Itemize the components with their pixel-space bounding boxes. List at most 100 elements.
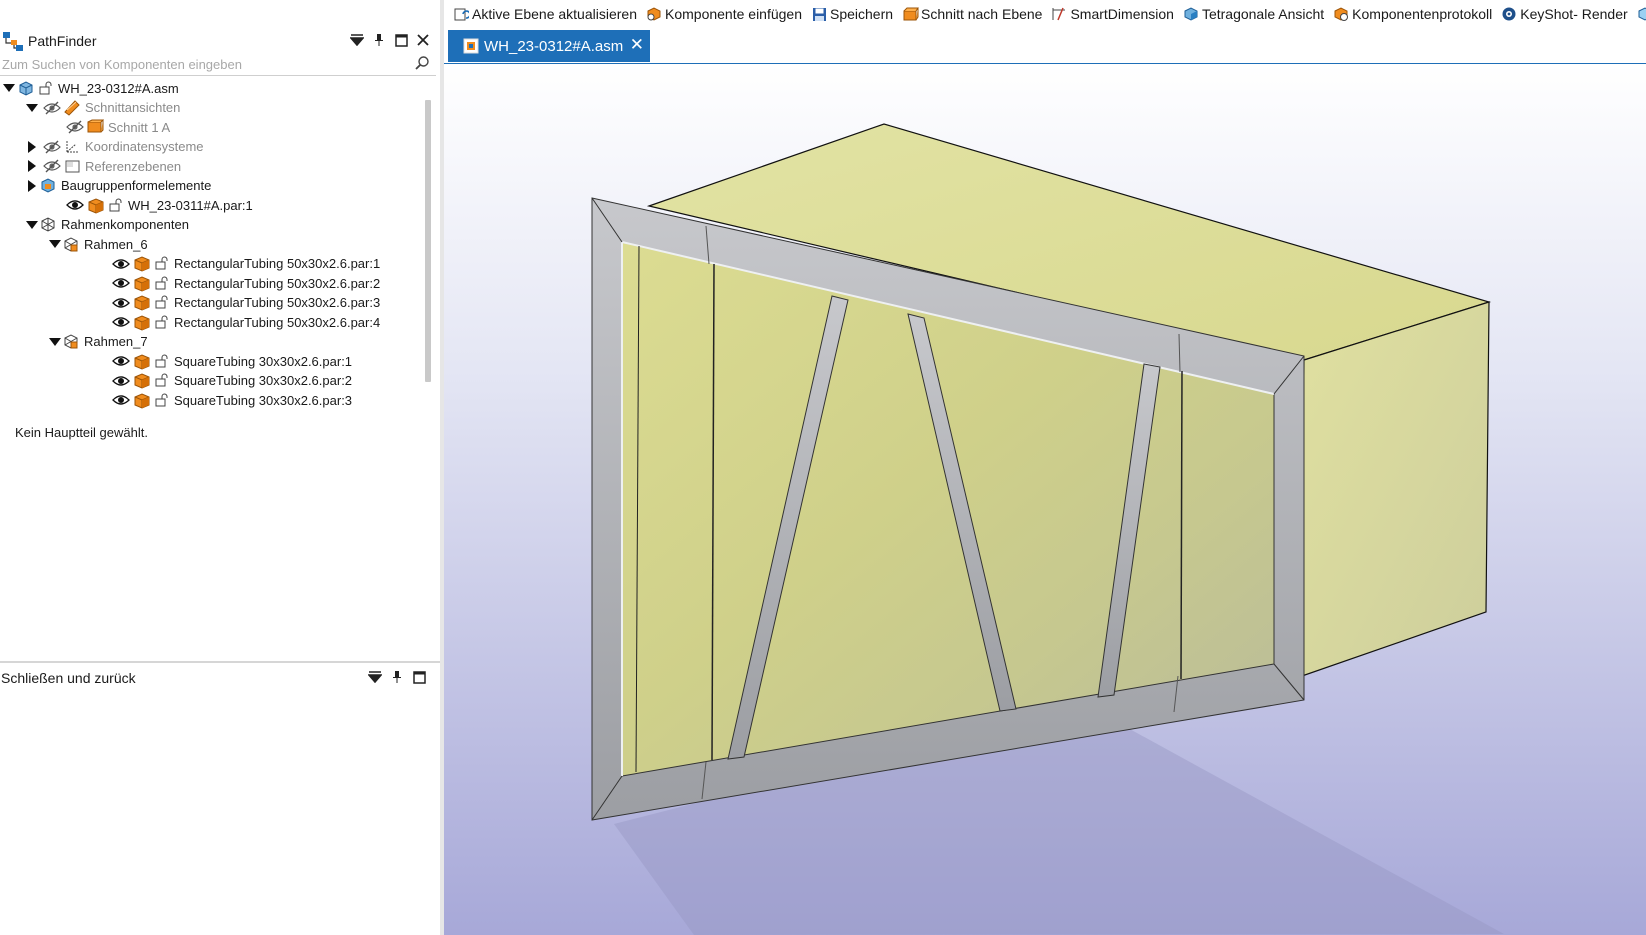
- assembly-icon: [16, 80, 34, 97]
- frame-icon: [62, 333, 80, 351]
- pin-icon[interactable]: [372, 32, 386, 48]
- toolbar-item-8[interactable]: Or: [1636, 5, 1646, 23]
- toolbar-item-label: Komponente einfügen: [665, 6, 802, 22]
- collapse-arrow-icon[interactable]: [25, 218, 39, 232]
- part-icon: [132, 372, 150, 390]
- coordinate-system-icon: [63, 138, 81, 156]
- pathfinder-logo-icon: [3, 32, 23, 51]
- assembly-document-icon: [462, 37, 480, 55]
- tree-item[interactable]: Rahmenkomponenten: [0, 215, 420, 235]
- collapse-arrow-icon[interactable]: [25, 101, 39, 115]
- eye-hidden-icon[interactable]: [43, 157, 61, 175]
- tree-item-label: Rahmenkomponenten: [61, 217, 189, 232]
- tree-item-label: RectangularTubing 50x30x2.6.par:1: [174, 256, 381, 271]
- maximize-icon[interactable]: [412, 669, 426, 685]
- eye-visible-icon[interactable]: [112, 391, 130, 409]
- insert-component-icon: [645, 5, 663, 23]
- pane-menu-icon[interactable]: [368, 669, 382, 685]
- part-icon: [132, 352, 150, 370]
- part-icon: [132, 391, 150, 409]
- tree-item[interactable]: WH_23-0311#A.par:1: [0, 195, 420, 215]
- toolbar-item-7[interactable]: KeyShot- Render: [1500, 5, 1628, 23]
- toolbar-item-1[interactable]: Komponente einfügen: [645, 5, 802, 23]
- link-icon: [152, 352, 170, 370]
- tree-item[interactable]: Referenzebenen: [0, 156, 420, 176]
- tree-item[interactable]: Koordinatensysteme: [0, 137, 420, 157]
- tree-item[interactable]: WH_23-0312#A.asm: [0, 80, 420, 98]
- toolbar-item-5[interactable]: Tetragonale Ansicht: [1182, 5, 1324, 23]
- tree-item[interactable]: RectangularTubing 50x30x2.6.par:3: [0, 293, 420, 313]
- document-tab[interactable]: WH_23-0312#A.asm ✕: [448, 30, 650, 62]
- tree-item[interactable]: Schnitt 1 A: [0, 117, 420, 137]
- orient-icon: [1636, 5, 1646, 23]
- toolbar-item-2[interactable]: Speichern: [810, 5, 893, 23]
- tree-item[interactable]: SquareTubing 30x30x2.6.par:3: [0, 390, 420, 410]
- close-icon[interactable]: [416, 32, 430, 48]
- toolbar-item-0[interactable]: Aktive Ebene aktualisieren: [452, 5, 637, 23]
- tree-item[interactable]: RectangularTubing 50x30x2.6.par:2: [0, 273, 420, 293]
- eye-visible-icon[interactable]: [112, 352, 130, 370]
- eye-visible-icon[interactable]: [112, 294, 130, 312]
- tree-item-label: SquareTubing 30x30x2.6.par:1: [174, 353, 353, 369]
- 3d-viewport[interactable]: [444, 64, 1646, 935]
- toolbar-item-3[interactable]: Schnitt nach Ebene: [901, 5, 1042, 23]
- model-view[interactable]: [444, 64, 1646, 935]
- pane-menu-icon[interactable]: [350, 32, 364, 48]
- expand-arrow-icon[interactable]: [25, 179, 39, 193]
- tree-item-label: SquareTubing 30x30x2.6.par:2: [174, 373, 353, 388]
- update-plane-icon: [452, 5, 470, 23]
- expand-arrow-icon[interactable]: [25, 140, 39, 154]
- component-log-icon: [1332, 5, 1350, 23]
- collapse-arrow-icon[interactable]: [2, 81, 16, 95]
- tree-item[interactable]: Rahmen_6: [0, 234, 420, 254]
- search-input[interactable]: [0, 54, 412, 74]
- tree-item[interactable]: RectangularTubing 50x30x2.6.par:4: [0, 312, 420, 332]
- tree-item[interactable]: Rahmen_7: [0, 332, 420, 352]
- eye-visible-icon[interactable]: [112, 274, 130, 292]
- part-icon: [132, 294, 150, 312]
- tree-item[interactable]: Schnittansichten: [0, 98, 420, 118]
- close-pane-header: Schließen und zurück: [0, 665, 440, 691]
- collapse-arrow-icon[interactable]: [48, 237, 62, 251]
- eye-visible-icon[interactable]: [112, 255, 130, 273]
- search-icon[interactable]: [414, 55, 430, 71]
- tree-item-label: WH_23-0311#A.par:1: [128, 197, 253, 213]
- tree-item[interactable]: Baugruppenformelemente: [0, 176, 420, 196]
- section-plane-icon: [901, 5, 919, 23]
- pane-divider[interactable]: [0, 661, 440, 663]
- pin-icon[interactable]: [390, 669, 404, 685]
- tree-item-label: WH_23-0312#A.asm: [58, 80, 179, 96]
- eye-hidden-icon[interactable]: [43, 99, 61, 117]
- toolbar-item-6[interactable]: Komponentenprotokoll: [1332, 5, 1492, 23]
- tree-item-label: Schnittansichten: [85, 100, 181, 115]
- tree-scrollbar[interactable]: [425, 100, 431, 382]
- document-tabbar: WH_23-0312#A.asm ✕: [444, 30, 1646, 65]
- eye-visible-icon[interactable]: [112, 313, 130, 331]
- keyshot-icon: [1500, 5, 1518, 23]
- tree-item[interactable]: SquareTubing 30x30x2.6.par:1: [0, 351, 420, 371]
- eye-hidden-icon[interactable]: [43, 138, 61, 156]
- toolbar-item-label: Komponentenprotokoll: [1352, 6, 1493, 22]
- tree-item[interactable]: SquareTubing 30x30x2.6.par:2: [0, 371, 420, 391]
- eye-visible-icon[interactable]: [66, 196, 84, 214]
- eye-hidden-icon[interactable]: [66, 118, 84, 136]
- frame-components-icon: [39, 216, 57, 234]
- expand-arrow-icon[interactable]: [25, 159, 39, 173]
- toolbar-item-4[interactable]: SmartDimension: [1050, 5, 1174, 23]
- eye-visible-icon[interactable]: [112, 372, 130, 390]
- tree-item-label: RectangularTubing 50x30x2.6.par:2: [174, 275, 381, 291]
- tab-close-icon[interactable]: ✕: [630, 35, 644, 55]
- tree-item-label: SquareTubing 30x30x2.6.par:3: [174, 392, 353, 408]
- status-text: Kein Hauptteil gewählt.: [15, 425, 148, 440]
- toolbar-item-label: Schnitt nach Ebene: [921, 6, 1043, 22]
- tree-item[interactable]: RectangularTubing 50x30x2.6.par:1: [0, 254, 420, 274]
- save-icon: [810, 5, 828, 23]
- tree-item-label: Baugruppenformelemente: [61, 178, 212, 193]
- maximize-icon[interactable]: [394, 32, 408, 48]
- collapse-arrow-icon[interactable]: [48, 335, 62, 349]
- close-pane-title: Schließen und zurück: [1, 670, 136, 686]
